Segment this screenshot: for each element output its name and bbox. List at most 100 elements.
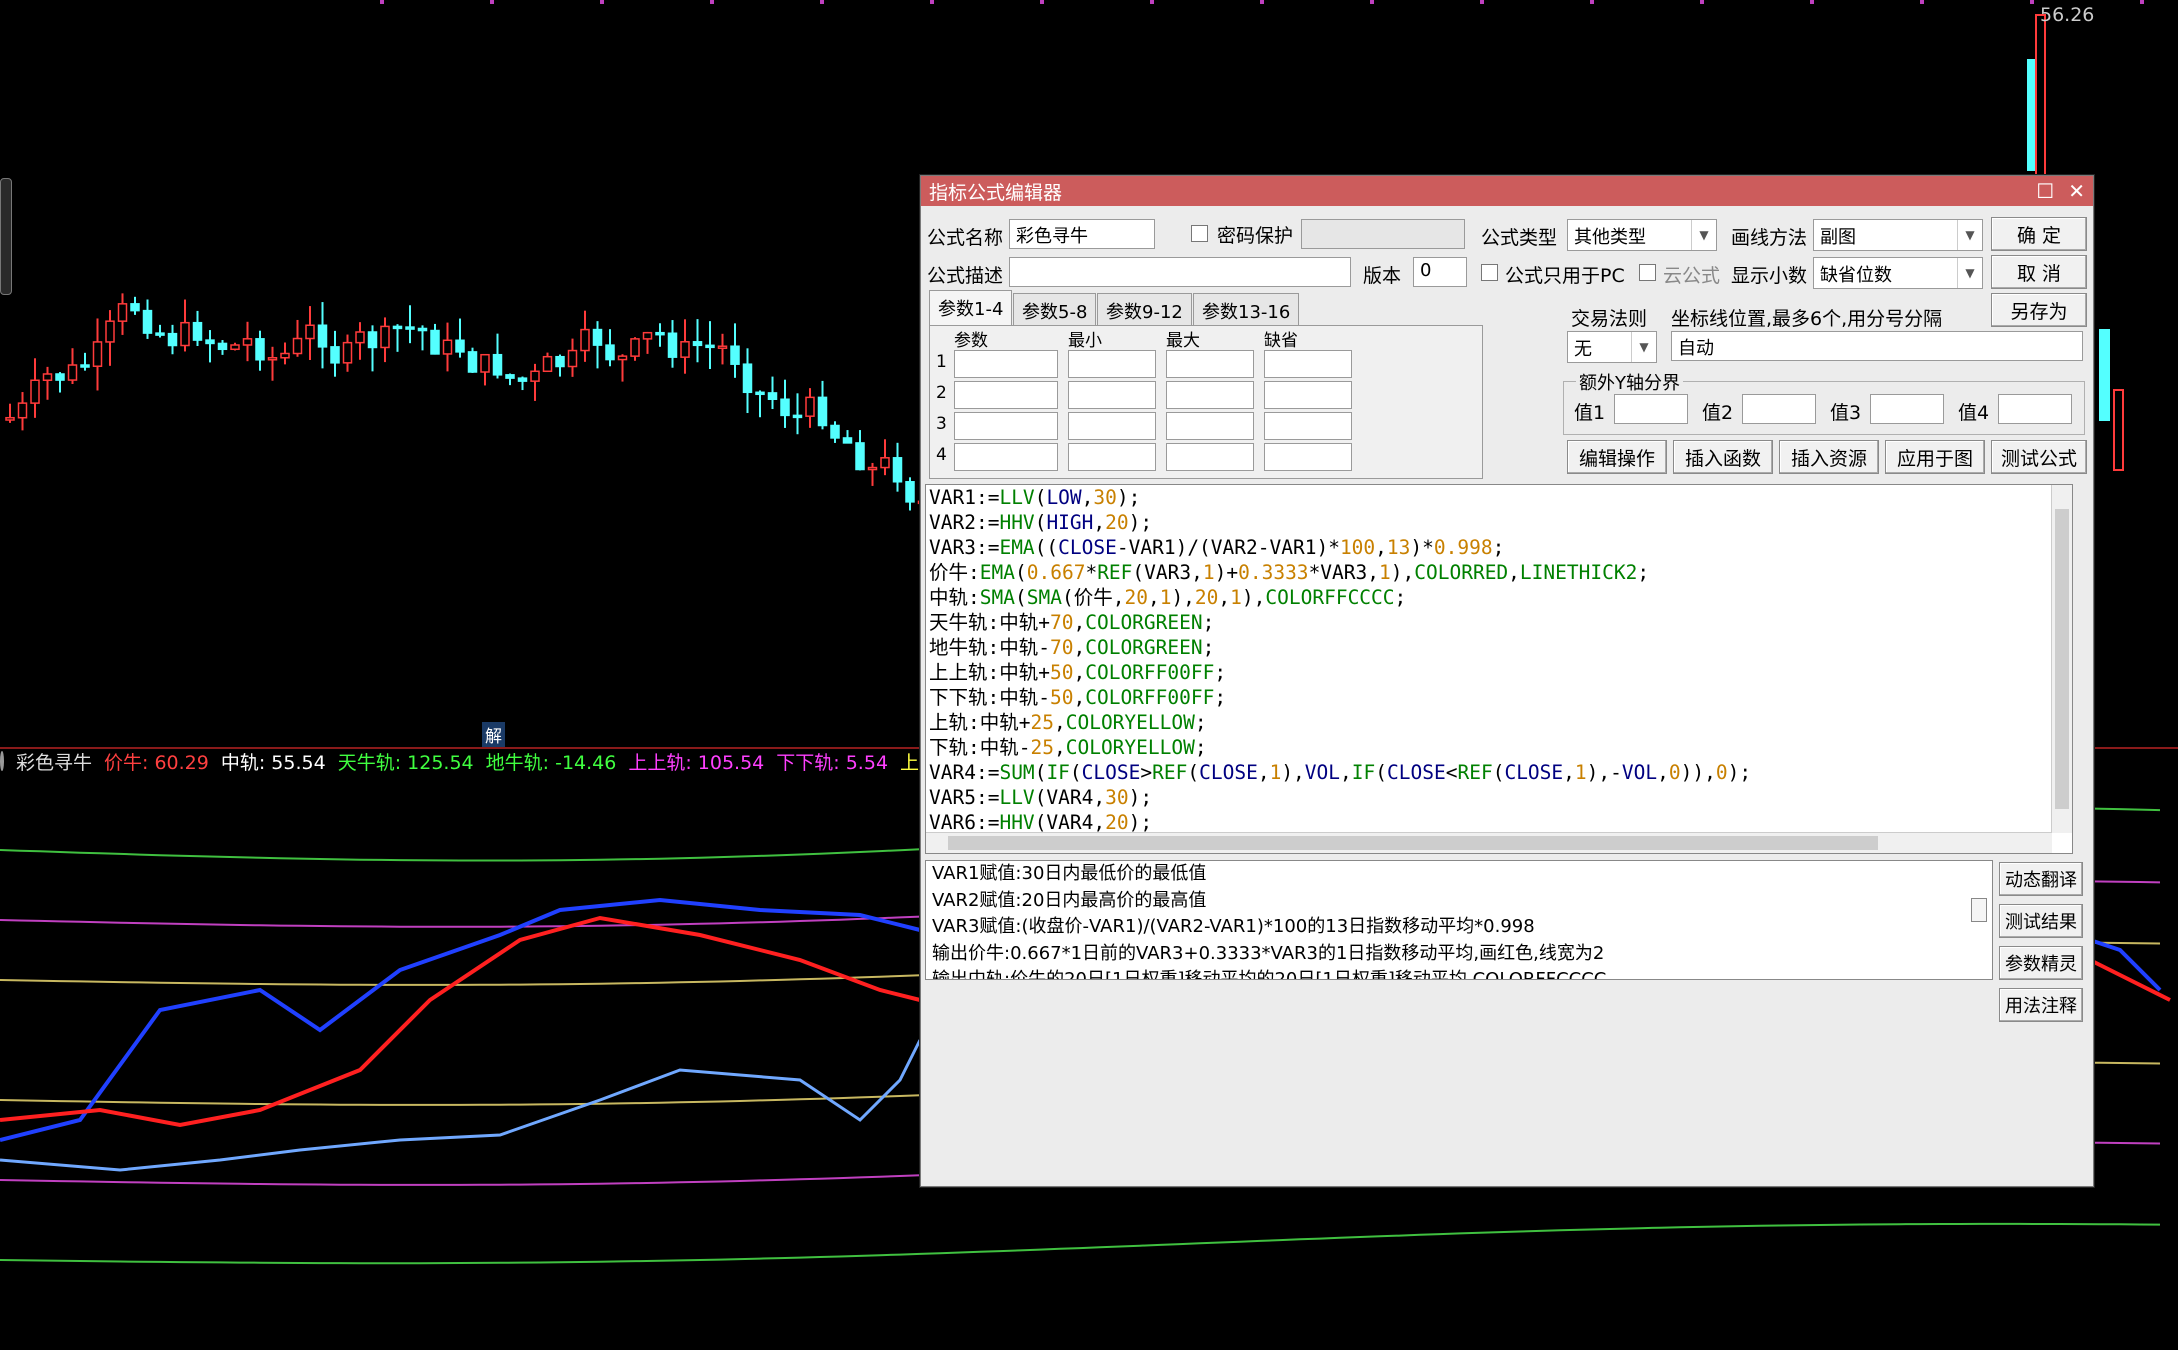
left-panel-handle[interactable] [0,178,12,295]
formula-code-editor[interactable]: VAR1:=LLV(LOW,30); VAR2:=HHV(HIGH,20); VAR… [925,484,2073,854]
candle[interactable] [317,302,328,369]
code-line[interactable]: VAR1:=LLV(LOW,30); [926,485,2072,510]
candle[interactable] [705,321,715,369]
code-line[interactable]: 中轨:SMA(SMA(价牛,20,1),20,1),COLORFFCCCC; [926,585,2072,610]
password-checkbox[interactable] [1191,225,1208,242]
param-default-input[interactable] [1264,412,1352,440]
candle[interactable] [455,318,465,358]
ok-button[interactable]: 确 定 [1991,217,2087,251]
candle[interactable] [217,340,228,355]
candle[interactable] [417,325,428,351]
param-max-input[interactable] [1166,381,1254,409]
tab-params-1-4[interactable]: 参数1-4 [929,290,1013,326]
candle[interactable] [367,325,378,372]
trade-rule-select[interactable]: 无 ▼ [1567,331,1657,363]
candle[interactable] [905,477,915,511]
candle[interactable] [155,324,165,338]
extra-y-input-3[interactable] [1870,394,1944,424]
cancel-button[interactable]: 取 消 [1991,255,2087,289]
param-default-input[interactable] [1264,381,1352,409]
candle[interactable] [92,318,103,391]
candle[interactable] [642,331,653,354]
candle[interactable] [830,421,840,443]
code-line[interactable]: VAR5:=LLV(VAR4,30); [926,785,2072,810]
candle[interactable] [467,347,478,373]
candle[interactable] [255,330,265,371]
candle[interactable] [730,323,740,378]
candle[interactable] [442,322,453,372]
extra-y-input-4[interactable] [1998,394,2072,424]
candle[interactable] [267,346,278,381]
candle[interactable] [480,353,490,386]
formula-desc-input[interactable] [1009,257,1351,287]
save-as-button[interactable]: 另存为 [1991,293,2087,327]
code-line[interactable]: VAR4:=SUM(IF(CLOSE>REF(CLOSE,1),VOL,IF(C… [926,760,2072,785]
param-max-input[interactable] [1166,443,1254,471]
candle[interactable] [742,348,753,414]
code-line[interactable]: 价牛:EMA(0.667*REF(VAR3,1)+0.3333*VAR3,1),… [926,560,2072,585]
candle[interactable] [530,363,540,401]
candle[interactable] [142,299,153,339]
code-line[interactable]: 下轨:中轨-25,COLORYELLOW; [926,735,2072,760]
candle[interactable] [67,348,78,385]
candle[interactable] [767,376,778,410]
candle[interactable] [342,334,353,372]
formula-name-input[interactable]: 彩色寻牛 [1009,219,1155,249]
param-default-input[interactable] [1264,350,1352,378]
param-name-input[interactable] [954,443,1058,471]
candle[interactable] [355,322,365,360]
candle[interactable] [567,338,578,377]
candle[interactable] [205,330,215,363]
tab-params-13-16[interactable]: 参数13-16 [1193,293,1300,325]
pc-only-checkbox[interactable] [1481,264,1498,281]
edit-operations-button[interactable]: 编辑操作 [1567,440,1667,474]
param-max-input[interactable] [1166,412,1254,440]
candle[interactable] [5,403,15,423]
candle[interactable] [380,317,390,363]
usage-notes-button[interactable]: 用法注释 [1999,988,2083,1022]
candle[interactable] [392,324,403,352]
param-default-input[interactable] [1264,443,1352,471]
param-min-input[interactable] [1068,381,1156,409]
candle[interactable] [280,342,290,365]
scroll-thumb[interactable] [2055,509,2069,809]
candle[interactable] [692,319,703,363]
candle[interactable] [617,354,628,382]
test-formula-button[interactable]: 测试公式 [1991,440,2087,474]
draw-method-select[interactable]: 副图 ▼ [1813,219,1983,251]
candle[interactable] [230,342,240,351]
candle[interactable] [855,430,865,471]
apply-to-chart-button[interactable]: 应用于图 [1885,440,1985,474]
candle[interactable] [842,430,853,444]
close-icon[interactable]: ✕ [2068,179,2085,203]
candle[interactable] [17,392,28,431]
extra-y-input-1[interactable] [1614,394,1688,424]
candle[interactable] [630,337,640,361]
candle[interactable] [330,330,340,377]
candle[interactable] [867,462,878,486]
candle[interactable] [542,352,553,373]
candle[interactable] [592,321,603,369]
code-line[interactable]: VAR3:=EMA((CLOSE-VAR1)/(VAR2-VAR1)*100,1… [926,535,2072,560]
candle[interactable] [505,373,515,386]
code-line[interactable]: VAR2:=HHV(HIGH,20); [926,510,2072,535]
candle[interactable] [167,324,178,355]
code-horizontal-scrollbar[interactable] [926,832,2052,853]
tab-params-9-12[interactable]: 参数9-12 [1097,293,1192,325]
decimals-select[interactable]: 缺省位数 ▼ [1813,257,1983,289]
candle[interactable] [892,442,903,492]
param-min-input[interactable] [1068,443,1156,471]
code-lines[interactable]: VAR1:=LLV(LOW,30); VAR2:=HHV(HIGH,20); VAR… [926,485,2072,853]
candle[interactable] [180,299,190,352]
candle[interactable] [492,333,503,379]
candle[interactable] [717,333,728,365]
dynamic-translate-button[interactable]: 动态翻译 [1999,862,2083,896]
candle[interactable] [80,352,90,371]
code-line[interactable]: 地牛轨:中轨-70,COLORGREEN; [926,635,2072,660]
extra-y-input-2[interactable] [1742,394,1816,424]
candle[interactable] [242,321,253,362]
tab-params-5-8[interactable]: 参数5-8 [1013,293,1097,325]
code-line[interactable]: 上上轨:中轨+50,COLORFF00FF; [926,660,2072,685]
candle[interactable] [192,310,203,346]
candle[interactable] [580,310,590,362]
